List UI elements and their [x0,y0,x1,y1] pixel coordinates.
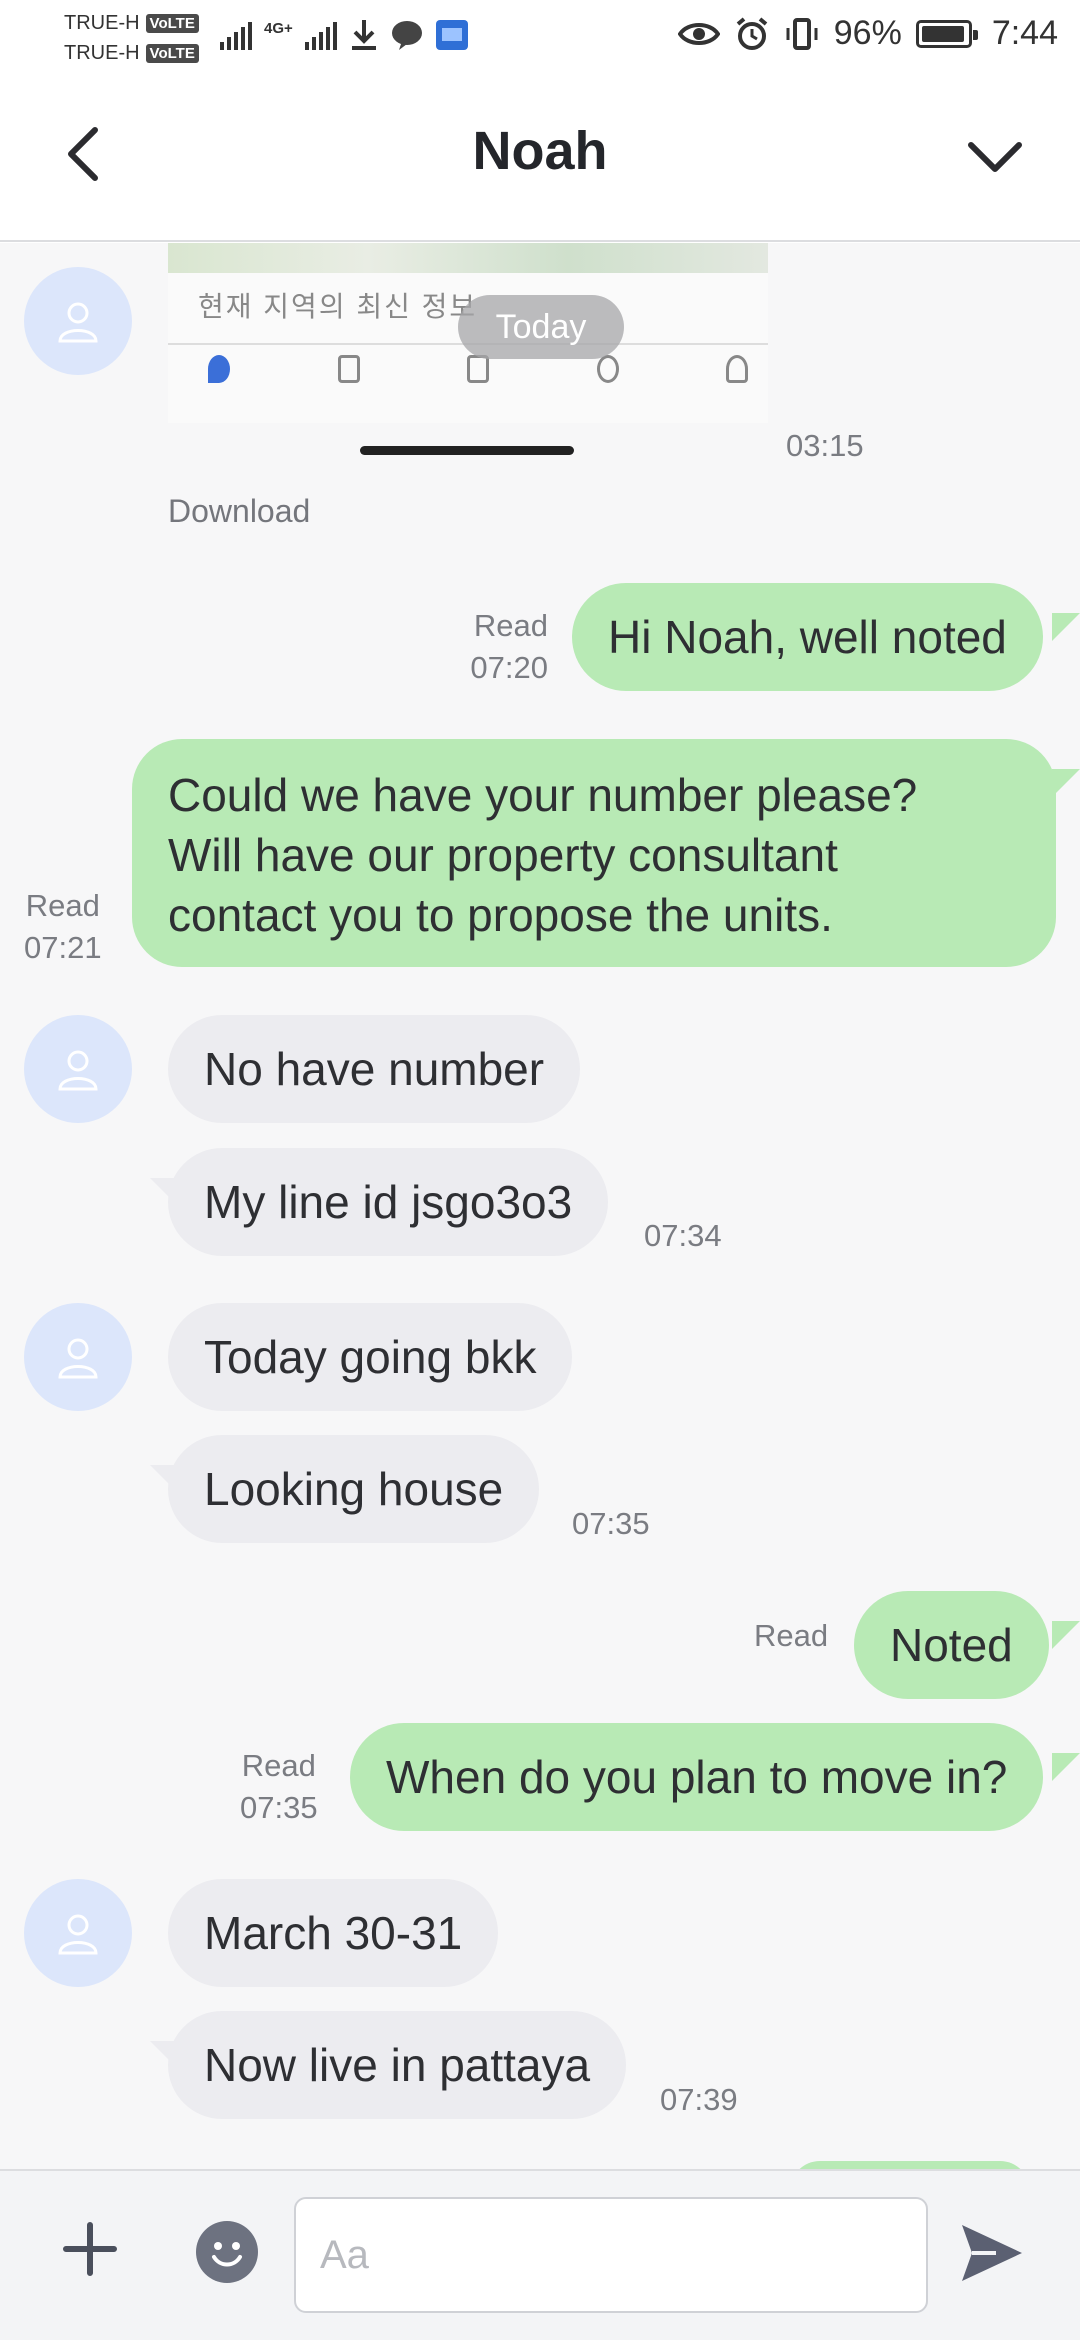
message-line: contact you to propose the units. [168,889,833,941]
user-icon [58,1050,98,1091]
map-pin-icon [208,355,230,383]
clock: 7:44 [991,14,1058,52]
incoming-message[interactable]: My line id jsgo3o3 [168,1148,609,1256]
carrier-2-label: TRUE-H [64,42,140,64]
header-menu-button[interactable] [960,124,1030,188]
outgoing-message[interactable]: Could we have your number please? Will h… [132,739,1056,967]
bell-icon [726,355,748,383]
status-icons-right: 96% 7:44 [677,14,1058,53]
emoji-button[interactable] [196,2221,258,2283]
read-receipt: Read 07:35 [240,1745,318,1829]
carrier-1-label: TRUE-H [64,12,140,34]
battery-icon [915,19,978,48]
read-receipt: Read 07:20 [440,605,548,689]
bus-icon [337,355,360,383]
chevron-down-icon [968,142,1022,172]
plus-icon [63,2222,117,2276]
network-type-label: 4G+ [264,19,293,37]
download-status-icon [351,20,376,50]
message-time: 07:39 [660,2082,738,2117]
avatar[interactable] [24,1303,132,1411]
status-bar: TRUE-H VoLTE TRUE-H VoLTE 4G+ 96% 7:44 [0,0,1080,78]
incoming-message[interactable]: March 30-31 [168,1879,499,1987]
read-receipt: Read 07:21 [24,885,102,969]
message-list[interactable]: 현재 지역의 최신 정보 Today 03:15 Download Read 0… [0,243,1080,2169]
incoming-message[interactable]: Now live in pattaya [168,2011,627,2119]
date-divider: Today [458,295,624,359]
read-label: Read [241,1748,316,1783]
incoming-message[interactable]: Looking house [168,1435,540,1543]
message-time: 03:15 [786,428,864,463]
image-screenshot-text: 현재 지역의 최신 정보 [198,291,478,322]
send-button[interactable] [956,2217,1028,2289]
message-input[interactable] [294,2197,928,2313]
send-icon [962,2225,1022,2281]
bookmark-icon [467,355,489,383]
carrier-info: TRUE-H VoLTE TRUE-H VoLTE [64,8,199,68]
chat-title: Noah [472,121,608,181]
message-time: 07:35 [572,1506,650,1541]
outgoing-message[interactable]: When do you plan to move in? [350,1723,1044,1831]
signal-icon [220,20,252,50]
battery-percent: 96% [833,14,902,52]
line-app-icon [391,21,422,50]
avatar[interactable] [24,1015,132,1123]
message-time: 07:35 [240,1790,318,1825]
user-icon [58,302,98,343]
image-home-indicator [360,446,574,455]
bubble-tail [1052,613,1080,641]
user-icon [58,1914,98,1955]
bubble-tail [1052,1621,1080,1649]
message-line: Will have our property consultant [168,829,838,881]
image-nav-icons [208,355,748,383]
status-icons-left: 4G+ [220,18,469,52]
message-time: 07:20 [470,650,548,685]
smile-icon [212,2242,242,2267]
read-label: Read [754,1618,829,1653]
volte-badge-2: VoLTE [145,43,199,63]
outgoing-message[interactable]: Noted [854,1591,1049,1699]
outgoing-message[interactable]: Hi Noah, well noted [572,583,1043,691]
bubble-tail [1052,1753,1080,1781]
signal-2-icon [304,20,337,50]
incoming-message[interactable]: No have number [168,1015,581,1123]
read-label: Read [25,888,100,923]
add-attachment-button[interactable] [50,2209,130,2289]
chat-header: Noah [0,78,1080,242]
avatar[interactable] [24,267,132,375]
read-label: Read [473,608,548,643]
user-icon [58,1338,98,1379]
message-time: 07:34 [644,1218,722,1253]
avatar[interactable] [24,1879,132,1987]
vibrate-icon [786,17,818,50]
download-link[interactable]: Download [168,493,310,530]
alarm-icon [736,16,768,50]
minus-circle-icon [596,355,619,383]
incoming-message[interactable]: Today going bkk [168,1303,573,1411]
message-composer [0,2169,1080,2340]
volte-badge: VoLTE [145,13,199,33]
eye-icon [677,22,720,45]
bubble-tail [1052,769,1080,797]
message-time: 07:21 [24,930,102,965]
outgoing-message-partial[interactable] [790,2161,1030,2169]
app-notification-icon [435,20,468,50]
message-line: Could we have your number please? [168,769,918,821]
